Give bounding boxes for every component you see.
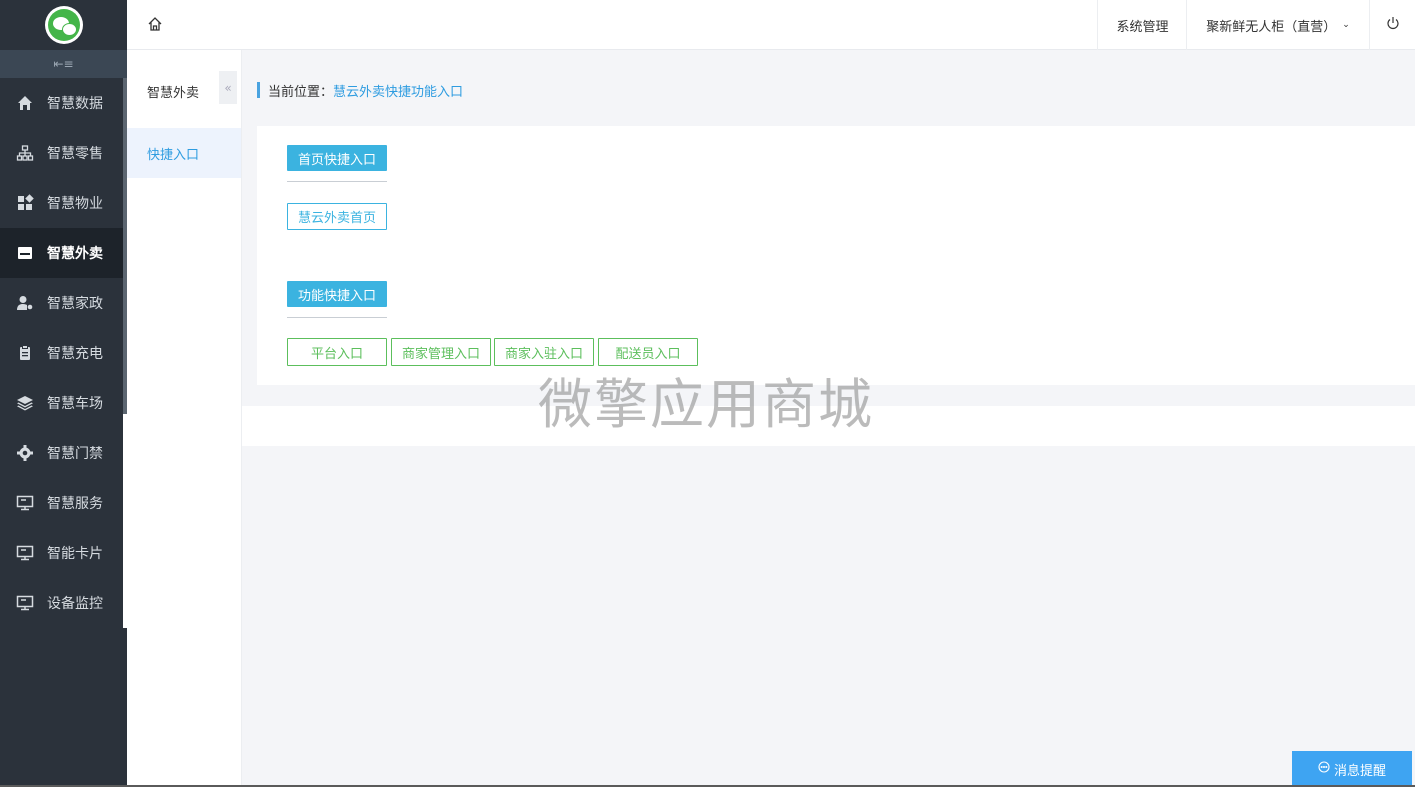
sidebar-item-label: 智慧物业 bbox=[47, 196, 103, 212]
home-outline-icon[interactable] bbox=[147, 16, 165, 34]
subnav-title: 智慧外卖 bbox=[147, 86, 200, 101]
grid-icon bbox=[16, 194, 34, 212]
store-selector[interactable]: 聚新鲜无人柜（直营） ⌄ bbox=[1186, 0, 1369, 50]
power-icon bbox=[1386, 16, 1400, 34]
system-settings-label: 系统管理 bbox=[1116, 19, 1169, 35]
double-chevron-left-icon: « bbox=[224, 80, 232, 95]
subnav-collapse-button[interactable]: « bbox=[219, 71, 237, 104]
monitor-icon bbox=[16, 594, 34, 612]
clipboard-icon bbox=[16, 344, 34, 362]
gear-icon bbox=[16, 444, 34, 462]
sidebar-item-property[interactable]: 智慧物业 bbox=[0, 178, 123, 228]
watermark: 微擎应用商城 bbox=[538, 373, 874, 436]
breadcrumb-current[interactable]: 慧云外卖快捷功能入口 bbox=[333, 81, 463, 100]
menu-collapse-icon: ⇤≡ bbox=[53, 57, 74, 71]
user-gear-icon bbox=[16, 294, 34, 312]
sidebar-item-label: 智慧家政 bbox=[47, 296, 103, 312]
system-settings-button[interactable]: 系统管理 bbox=[1097, 0, 1187, 50]
store-icon bbox=[16, 244, 34, 262]
chevron-down-icon: ⌄ bbox=[1342, 20, 1350, 30]
sidebar-item-label: 智慧门禁 bbox=[47, 446, 103, 462]
sidebar-item-cards[interactable]: 智能卡片 bbox=[0, 528, 123, 578]
sidebar-item-label: 智慧服务 bbox=[47, 496, 103, 512]
sidebar-item-monitor[interactable]: 设备监控 bbox=[0, 578, 123, 628]
home-shortcut-title-button[interactable]: 首页快捷入口 bbox=[287, 145, 387, 171]
sidebar-item-access[interactable]: 智慧门禁 bbox=[0, 428, 123, 478]
store-name: 聚新鲜无人柜（直营） bbox=[1206, 19, 1337, 35]
sidebar-item-label: 智慧车场 bbox=[47, 396, 103, 412]
home-icon bbox=[16, 94, 34, 112]
sidebar-item-label: 智慧零售 bbox=[47, 146, 103, 162]
subnav-item-shortcut[interactable]: 快捷入口 bbox=[127, 128, 241, 178]
sidebar-item-label: 智慧充电 bbox=[47, 346, 103, 362]
sidebar-item-label: 智能卡片 bbox=[47, 546, 103, 562]
logo[interactable] bbox=[0, 0, 127, 50]
platform-entry-button[interactable]: 平台入口 bbox=[287, 338, 387, 366]
sidebar-item-housekeeping[interactable]: 智慧家政 bbox=[0, 278, 123, 328]
sitemap-icon bbox=[16, 144, 34, 162]
chat-bubble-icon bbox=[1318, 761, 1330, 777]
sidebar-item-takeout[interactable]: 智慧外卖 bbox=[0, 228, 123, 278]
sidebar-collapse-button[interactable]: ⇤≡ bbox=[0, 50, 127, 78]
monitor-icon bbox=[16, 494, 34, 512]
logout-button[interactable] bbox=[1369, 0, 1415, 50]
wechat-logo-icon bbox=[44, 6, 83, 44]
divider bbox=[287, 181, 387, 182]
sidebar-item-label: 智慧外卖 bbox=[47, 246, 103, 262]
monitor-icon bbox=[16, 544, 34, 562]
sub-navigation: 智慧外卖 « 快捷入口 bbox=[127, 50, 242, 787]
breadcrumb: 当前位置： 慧云外卖快捷功能入口 bbox=[257, 81, 463, 100]
sidebar-item-retail[interactable]: 智慧零售 bbox=[0, 128, 123, 178]
breadcrumb-prefix: 当前位置： bbox=[268, 84, 334, 100]
takeout-home-button[interactable]: 慧云外卖首页 bbox=[287, 203, 387, 230]
merchant-management-button[interactable]: 商家管理入口 bbox=[391, 338, 491, 366]
top-header: 系统管理 聚新鲜无人柜（直营） ⌄ bbox=[127, 0, 1415, 50]
divider bbox=[287, 317, 387, 318]
sidebar-item-label: 设备监控 bbox=[47, 596, 103, 612]
message-reminder-label: 消息提醒 bbox=[1333, 763, 1386, 779]
sidebar-item-service[interactable]: 智慧服务 bbox=[0, 478, 123, 528]
sidebar-item-data[interactable]: 智慧数据 bbox=[0, 78, 123, 128]
layers-icon bbox=[16, 394, 34, 412]
sidebar-item-parking[interactable]: 智慧车场 bbox=[0, 378, 123, 428]
sidebar-item-charging[interactable]: 智慧充电 bbox=[0, 328, 123, 378]
message-reminder-button[interactable]: 消息提醒 bbox=[1292, 751, 1412, 787]
sidebar-item-label: 智慧数据 bbox=[47, 96, 103, 112]
function-shortcut-title-button[interactable]: 功能快捷入口 bbox=[287, 281, 387, 307]
main-sidebar: ⇤≡ 智慧数据 智慧零售 智慧物业 智慧外卖 智慧家政 智慧充电 智慧车场 智慧… bbox=[0, 0, 127, 787]
